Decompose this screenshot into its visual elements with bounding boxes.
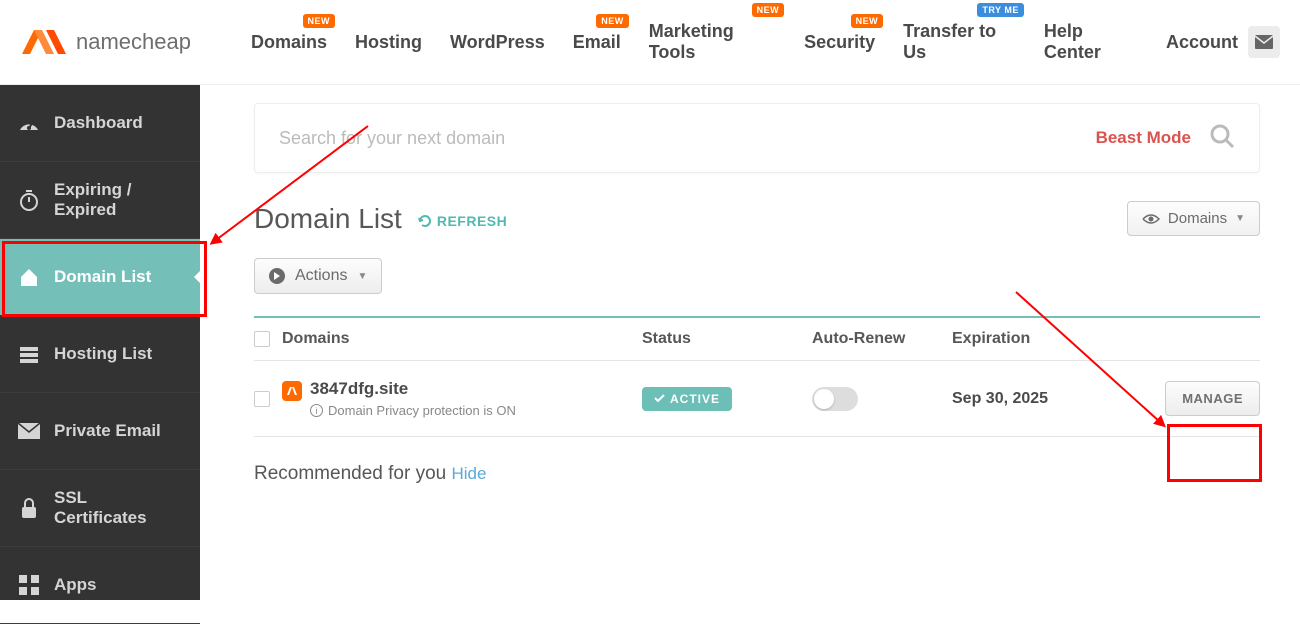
- col-domains[interactable]: Domains: [282, 330, 642, 348]
- namecheap-logo-icon: [20, 26, 68, 58]
- home-icon: [18, 266, 40, 288]
- info-icon: i: [310, 404, 323, 417]
- page-header: Domain List REFRESH Domains ▼: [254, 201, 1260, 236]
- sidebar-item-apps[interactable]: Apps: [0, 547, 200, 624]
- badge-new: NEW: [596, 14, 629, 28]
- brand-logo[interactable]: namecheap: [20, 26, 191, 58]
- sidebar-item-hosting-list[interactable]: Hosting List: [0, 316, 200, 393]
- sidebar-item-private-email[interactable]: Private Email: [0, 393, 200, 470]
- primary-nav: DomainsNEW Hosting WordPress EmailNEW Ma…: [251, 21, 1238, 63]
- nav-security[interactable]: SecurityNEW: [804, 32, 875, 53]
- server-icon: [18, 343, 40, 365]
- nav-wordpress[interactable]: WordPress: [450, 32, 545, 53]
- sidebar-label: Domain List: [54, 267, 151, 287]
- refresh-icon: [418, 214, 432, 228]
- status-badge: ACTIVE: [642, 387, 732, 411]
- sidebar-label: Private Email: [54, 421, 161, 441]
- sidebar-item-ssl[interactable]: SSL Certificates: [0, 470, 200, 547]
- nav-email[interactable]: EmailNEW: [573, 32, 621, 53]
- sidebar-item-domain-list[interactable]: Domain List: [0, 239, 200, 316]
- sidebar-item-expiring[interactable]: Expiring / Expired: [0, 162, 200, 239]
- nav-account[interactable]: Account: [1166, 32, 1238, 53]
- caret-down-icon: ▼: [357, 271, 367, 282]
- page-title: Domain List: [254, 203, 402, 235]
- actions-dropdown[interactable]: Actions ▼: [254, 258, 382, 294]
- sidebar-label: SSL Certificates: [54, 488, 182, 528]
- expiration-date: Sep 30, 2025: [952, 390, 1152, 408]
- sidebar-label: Hosting List: [54, 344, 152, 364]
- gauge-icon: [18, 112, 40, 134]
- grid-icon: [18, 574, 40, 596]
- nav-marketing[interactable]: Marketing ToolsNEW: [649, 21, 776, 63]
- main-content: Beast Mode Domain List REFRESH Domains ▼…: [200, 85, 1300, 485]
- badge-new: NEW: [752, 3, 785, 17]
- check-icon: [654, 394, 665, 403]
- select-all-checkbox[interactable]: [254, 331, 270, 347]
- nav-domains[interactable]: DomainsNEW: [251, 32, 327, 53]
- envelope-icon: [1255, 35, 1273, 49]
- auto-renew-toggle[interactable]: [812, 387, 858, 411]
- caret-down-icon: ▼: [1235, 213, 1245, 224]
- lock-icon: [18, 497, 40, 519]
- row-checkbox[interactable]: [254, 391, 270, 407]
- col-auto-renew[interactable]: Auto-Renew: [812, 330, 952, 348]
- col-expiration[interactable]: Expiration: [952, 330, 1152, 348]
- nav-hosting[interactable]: Hosting: [355, 32, 422, 53]
- sidebar-label: Expiring / Expired: [54, 180, 182, 220]
- manage-button[interactable]: MANAGE: [1165, 381, 1260, 416]
- eye-icon: [1142, 213, 1160, 225]
- nav-help[interactable]: Help Center: [1044, 21, 1138, 63]
- search-input[interactable]: [279, 128, 1096, 149]
- recommended-heading: Recommended for you Hide: [254, 463, 1260, 485]
- svg-text:i: i: [316, 406, 318, 416]
- badge-try-me: TRY ME: [977, 3, 1024, 17]
- domain-search-bar: Beast Mode: [254, 103, 1260, 173]
- table-row: 3847dfg.site i Domain Privacy protection…: [254, 361, 1260, 437]
- view-dropdown[interactable]: Domains ▼: [1127, 201, 1260, 236]
- stopwatch-icon: [18, 189, 40, 211]
- badge-new: NEW: [303, 14, 336, 28]
- domain-favicon-icon: [282, 381, 302, 401]
- badge-new: NEW: [851, 14, 884, 28]
- sidebar: Dashboard Expiring / Expired Domain List…: [0, 85, 200, 600]
- brand-name: namecheap: [76, 29, 191, 55]
- nav-transfer[interactable]: Transfer to UsTRY ME: [903, 21, 1016, 63]
- sidebar-label: Apps: [54, 575, 97, 595]
- domain-name[interactable]: 3847dfg.site: [310, 379, 516, 399]
- table-header: Domains Status Auto-Renew Expiration: [254, 316, 1260, 361]
- play-icon: [269, 268, 285, 284]
- domain-privacy-note: i Domain Privacy protection is ON: [310, 403, 516, 418]
- sidebar-item-dashboard[interactable]: Dashboard: [0, 85, 200, 162]
- refresh-button[interactable]: REFRESH: [418, 213, 507, 229]
- mail-icon: [18, 420, 40, 442]
- beast-mode-link[interactable]: Beast Mode: [1096, 128, 1191, 148]
- col-status[interactable]: Status: [642, 330, 812, 348]
- sidebar-label: Dashboard: [54, 113, 143, 133]
- top-header: namecheap DomainsNEW Hosting WordPress E…: [0, 0, 1300, 85]
- mail-button[interactable]: [1248, 26, 1280, 58]
- hide-link[interactable]: Hide: [452, 464, 487, 483]
- search-icon[interactable]: [1209, 123, 1235, 154]
